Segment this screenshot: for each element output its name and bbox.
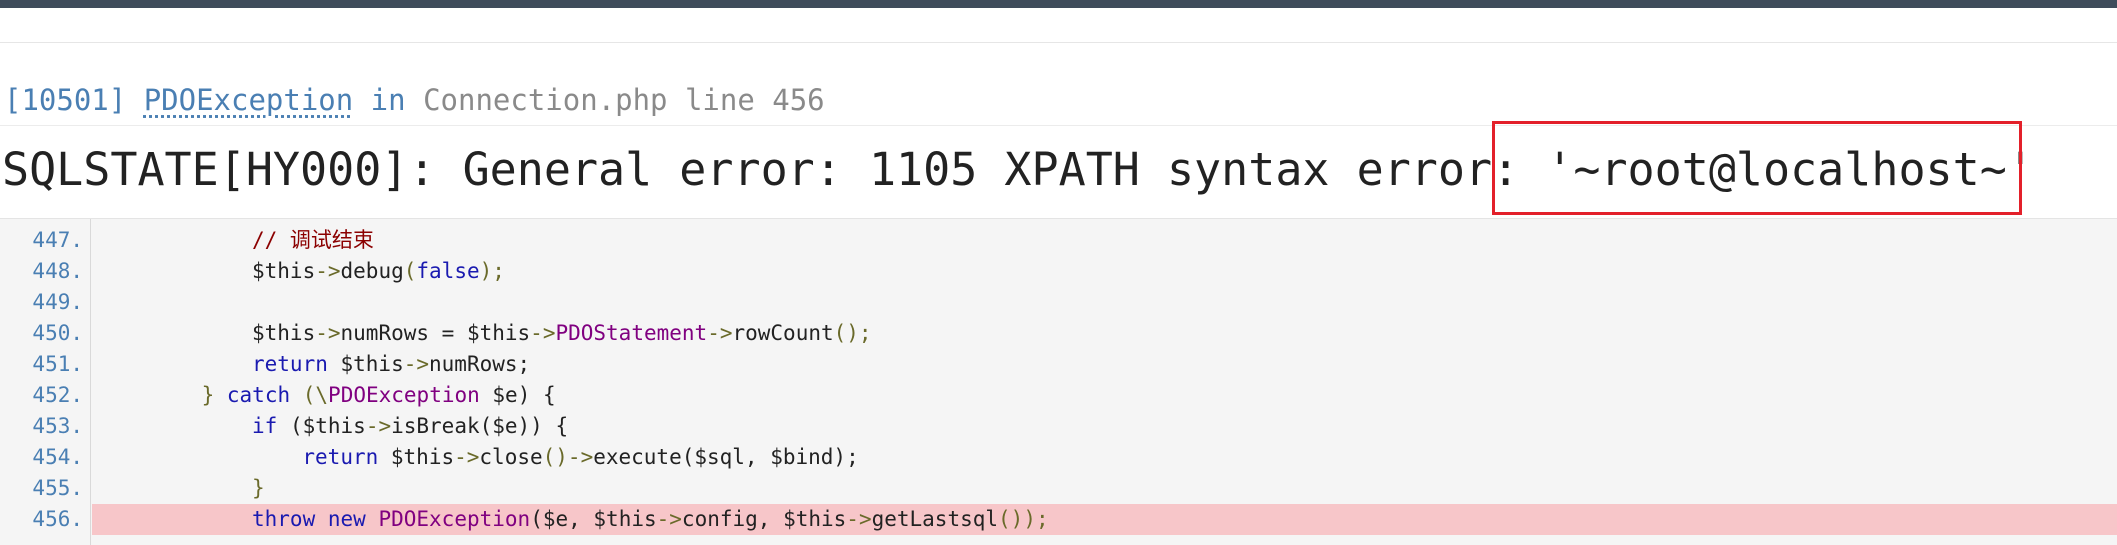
code-line: 454. return $this->close()->execute($sql,… [0, 442, 2117, 473]
code-token: ( [403, 259, 417, 283]
highlight-annotation-box [1492, 121, 2022, 215]
code-line-error: 456. throw new PDOException($e, $this->co… [32, 504, 2117, 535]
file-location: Connection.php line 456 [423, 83, 825, 117]
code-token: numRows = $this [340, 321, 531, 345]
exception-header: [10501] PDOException in Connection.php l… [4, 80, 825, 120]
code-token: PDOException [378, 507, 531, 531]
exception-class-link[interactable]: PDOException [144, 83, 354, 117]
code-token: -> [454, 445, 480, 469]
code-token: new [327, 507, 366, 531]
code-token: $this [378, 445, 455, 469]
line-number: 450. [32, 321, 83, 345]
source-code-block: 447.// 调试结束 448. $this->debug(false); 449. 4… [0, 218, 2117, 545]
code-token: PDOException [328, 383, 480, 407]
code-text: throw new PDOException($e, $this->config… [252, 504, 1049, 535]
code-line: 452.} catch (\PDOException $e) { [0, 380, 2117, 411]
code-token: rowCount [732, 321, 834, 345]
code-token: $this [327, 352, 404, 376]
code-token: execute($sql, $bind); [593, 445, 859, 469]
code-line: 448. $this->debug(false); [0, 256, 2117, 287]
code-token: if [252, 414, 278, 438]
code-token: $e) { [479, 383, 556, 407]
top-bar [0, 0, 2117, 8]
code-text: return $this->close()->execute($sql, $bi… [302, 442, 858, 473]
code-text: $this->debug(false); [252, 256, 505, 287]
code-text: // 调试结束 [252, 225, 374, 256]
line-number: 447. [32, 228, 83, 252]
code-token: -> [846, 507, 872, 531]
code-token: } [252, 476, 265, 500]
line-number: 454. [32, 445, 83, 469]
code-text: if ($this->isBreak($e)) { [252, 411, 568, 442]
line-number: 448. [32, 259, 83, 283]
code-token: close [479, 445, 543, 469]
code-token: false [416, 259, 480, 283]
code-token: ($this [277, 414, 366, 438]
code-line: 453. if ($this->isBreak($e)) { [0, 411, 2117, 442]
code-token: return [302, 445, 379, 469]
line-number: 452. [32, 383, 83, 407]
code-line: 451. return $this->numRows; [0, 349, 2117, 380]
code-token: isBreak($e)) { [391, 414, 569, 438]
code-token: -> [315, 259, 341, 283]
line-number: 456. [32, 507, 83, 531]
code-token: -> [365, 414, 392, 438]
code-line: 447. // 调试结束 [0, 225, 2117, 256]
code-token: -> [656, 507, 682, 531]
code-token: $this [252, 259, 316, 283]
top-divider [0, 42, 2117, 43]
code-token: $this [252, 321, 316, 345]
line-number: 455. [32, 476, 83, 500]
line-number: 449. [32, 290, 83, 314]
code-token: return [252, 352, 328, 376]
code-token: } [201, 383, 227, 407]
code-token: (); [833, 321, 872, 345]
code-token: debug [340, 259, 404, 283]
code-line: 450. $this->numRows = $this->PDOStatement… [0, 318, 2117, 349]
code-token: -> [403, 352, 430, 376]
code-token: getLastsql [871, 507, 999, 531]
code-token: catch [226, 383, 291, 407]
code-line: 455.} [0, 473, 2117, 504]
code-token: ($e, $this [530, 507, 657, 531]
line-number: 451. [32, 352, 83, 376]
code-token: -> [707, 321, 733, 345]
code-token: -> [530, 321, 556, 345]
exception-code: [10501] [4, 83, 127, 117]
code-text: } catch (\PDOException $e) { [202, 380, 556, 411]
code-token: ); [479, 259, 505, 283]
code-token: throw [252, 507, 316, 531]
code-token: config, $this [681, 507, 847, 531]
code-text: } [252, 473, 265, 504]
code-token: numRows; [429, 352, 531, 376]
code-token: () [542, 445, 568, 469]
code-token: ()); [998, 507, 1049, 531]
line-number: 453. [32, 414, 83, 438]
code-token: -> [315, 321, 341, 345]
in-keyword: in [370, 83, 406, 117]
code-text: $this->numRows = $this->PDOStatement->ro… [252, 318, 872, 349]
code-token: -> [567, 445, 594, 469]
code-token: PDOStatement [555, 321, 708, 345]
code-token: (\ [290, 383, 329, 407]
code-line: 449. [0, 287, 2117, 318]
code-text: return $this->numRows; [252, 349, 530, 380]
code-token: // 调试结束 [252, 228, 374, 252]
error-message-prefix: SQLSTATE[HY000]: General error: 1105 XPA… [2, 143, 1520, 196]
